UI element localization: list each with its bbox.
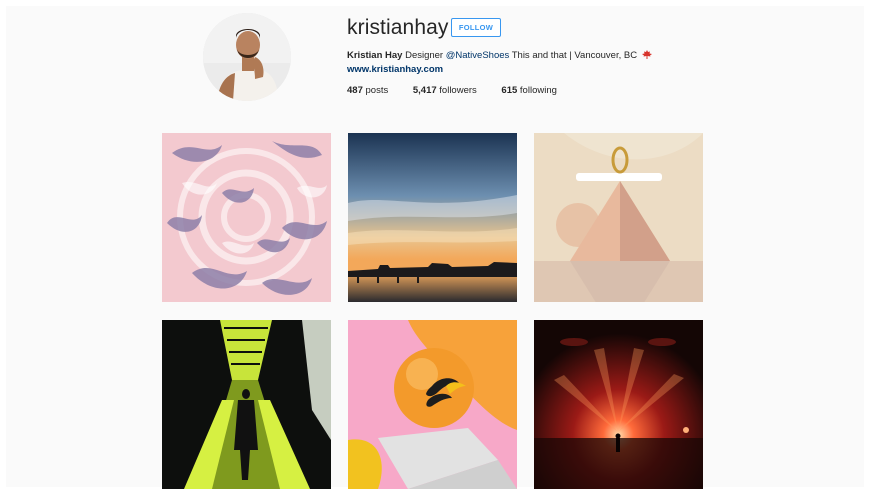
post-image — [348, 320, 517, 489]
post-thumbnail[interactable] — [162, 133, 331, 302]
following-label: following — [519, 85, 557, 96]
bio-text: This and that | Vancouver, BC — [511, 50, 638, 61]
post-thumbnail[interactable] — [348, 320, 517, 489]
post-image — [534, 320, 703, 489]
bio-full-name: Kristian Hay — [347, 50, 403, 61]
profile-username: kristianhay — [347, 16, 449, 39]
post-image — [534, 133, 703, 302]
followers-stat[interactable]: 5,417 followers — [413, 85, 477, 96]
maple-leaf-icon — [641, 50, 652, 59]
website-link[interactable]: www.kristianhay.com — [347, 64, 443, 75]
followers-count: 5,417 — [412, 85, 437, 96]
post-image — [162, 133, 331, 302]
post-image — [162, 320, 331, 489]
profile-stats: 487 posts 5,417 followers 615 following — [347, 85, 579, 96]
follow-button[interactable]: FOLLOW — [451, 18, 501, 37]
post-image — [348, 133, 517, 302]
bio-role: Designer — [405, 50, 444, 61]
avatar[interactable] — [203, 13, 291, 101]
posts-label: posts — [365, 85, 389, 96]
followers-label: followers — [439, 85, 477, 96]
post-thumbnail[interactable] — [348, 133, 517, 302]
post-thumbnail[interactable] — [534, 133, 703, 302]
post-thumbnail[interactable] — [534, 320, 703, 489]
bio-mention-link[interactable]: @NativeShoes — [446, 50, 510, 61]
posts-stat: 487 posts — [347, 85, 388, 96]
posts-count: 487 — [347, 85, 363, 96]
following-count: 615 — [501, 85, 518, 96]
following-stat[interactable]: 615 following — [501, 85, 556, 96]
profile-bio: Kristian Hay Designer @NativeShoes This … — [347, 50, 652, 61]
post-thumbnail[interactable] — [162, 320, 331, 489]
avatar-image — [203, 13, 291, 101]
